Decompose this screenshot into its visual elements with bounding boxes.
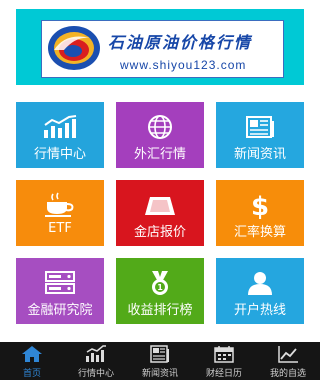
bar-chart-icon bbox=[86, 345, 106, 362]
calendar-icon bbox=[214, 346, 234, 363]
header-banner: 石油原油价格行情 www.shiyou123.com bbox=[16, 9, 304, 85]
tile-etf[interactable]: ETF bbox=[16, 180, 104, 246]
trend-chart-icon bbox=[278, 346, 298, 363]
tile-label: ETF bbox=[48, 221, 72, 236]
svg-text:1: 1 bbox=[157, 283, 163, 292]
tile-label: 外汇行情 bbox=[133, 147, 186, 162]
banner-url: www.shiyou123.com bbox=[120, 58, 247, 72]
tile-label: 新闻资讯 bbox=[233, 147, 286, 162]
tile-label: 汇率换算 bbox=[233, 225, 286, 240]
person-icon bbox=[242, 270, 278, 296]
tile-account-hotline[interactable]: 开户热线 bbox=[216, 258, 304, 324]
globe-icon bbox=[142, 114, 178, 140]
tile-exchange-rate[interactable]: $ 汇率换算 bbox=[216, 180, 304, 246]
bottom-tab-bar: 首页 行情中心 新闻资讯 财经日历 我的自选 bbox=[0, 342, 320, 380]
bar-chart-icon bbox=[42, 114, 78, 140]
tile-label: 行情中心 bbox=[33, 147, 86, 162]
tile-gold-quote[interactable]: 金店报价 bbox=[116, 180, 204, 246]
server-icon bbox=[42, 270, 78, 296]
tab-label: 我的自选 bbox=[269, 369, 306, 379]
tab-news[interactable]: 新闻资讯 bbox=[128, 342, 192, 380]
tab-label: 新闻资讯 bbox=[141, 369, 178, 379]
home-icon bbox=[22, 346, 42, 362]
tile-news[interactable]: 新闻资讯 bbox=[216, 102, 304, 168]
oil-drop-logo-icon bbox=[48, 26, 100, 70]
tab-calendar[interactable]: 财经日历 bbox=[192, 342, 256, 380]
newspaper-icon bbox=[150, 345, 169, 363]
tab-home[interactable]: 首页 bbox=[0, 342, 64, 380]
tile-research-institute[interactable]: 金融研究院 bbox=[16, 258, 104, 324]
svg-text:$: $ bbox=[251, 192, 269, 219]
tile-label: 收益排行榜 bbox=[127, 303, 193, 318]
coffee-cup-icon bbox=[42, 192, 78, 218]
tab-label: 首页 bbox=[22, 369, 41, 379]
tile-label: 金店报价 bbox=[133, 225, 186, 240]
app-screen: 石油原油价格行情 www.shiyou123.com 行情中心 外汇行情 新闻资… bbox=[0, 0, 320, 380]
tile-forex[interactable]: 外汇行情 bbox=[116, 102, 204, 168]
tile-return-ranking[interactable]: 1 收益排行榜 bbox=[116, 258, 204, 324]
tile-market-center[interactable]: 行情中心 bbox=[16, 102, 104, 168]
banner-title: 石油原油价格行情 bbox=[108, 33, 253, 52]
tab-label: 财经日历 bbox=[205, 369, 242, 379]
tab-label: 行情中心 bbox=[77, 369, 114, 379]
tile-label: 金融研究院 bbox=[27, 303, 93, 318]
gold-bar-icon bbox=[142, 192, 178, 218]
newspaper-icon bbox=[242, 114, 278, 140]
tile-label: 开户热线 bbox=[233, 303, 286, 318]
medal-icon: 1 bbox=[142, 270, 178, 296]
tab-market-center[interactable]: 行情中心 bbox=[64, 342, 128, 380]
tab-my-watchlist[interactable]: 我的自选 bbox=[256, 342, 320, 380]
dollar-icon: $ bbox=[242, 192, 278, 219]
banner-card: 石油原油价格行情 www.shiyou123.com bbox=[41, 20, 284, 78]
